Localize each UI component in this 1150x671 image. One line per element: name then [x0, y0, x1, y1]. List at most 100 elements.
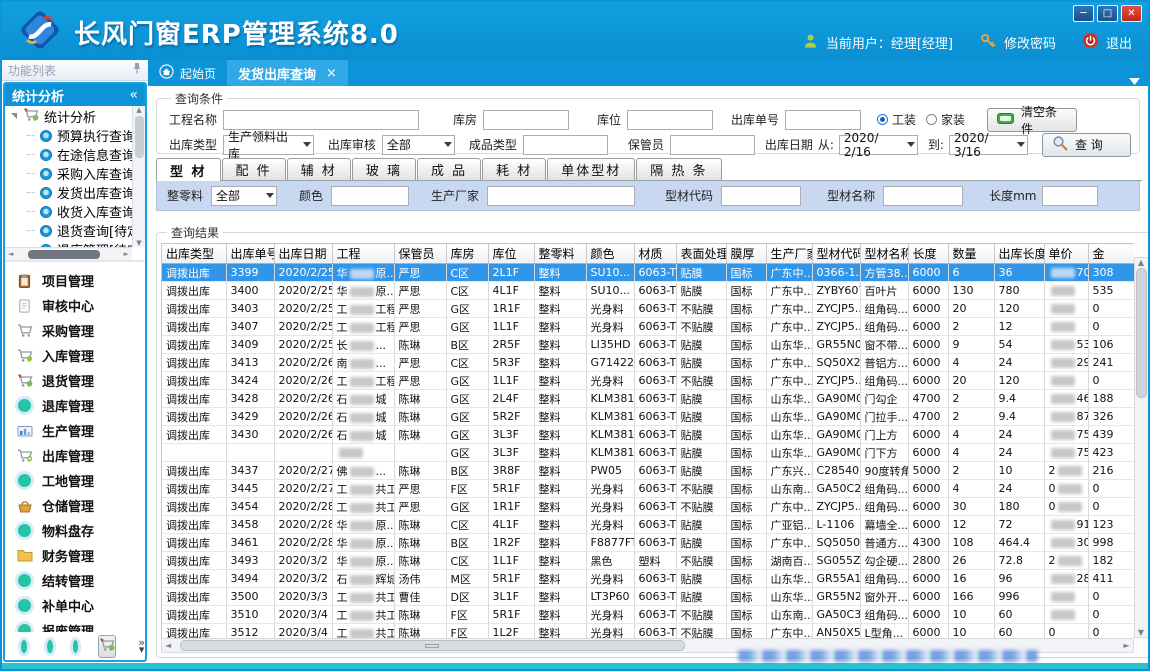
table-cell[interactable]: 3430 [226, 426, 274, 444]
tree-expander-icon[interactable] [11, 113, 17, 119]
table-cell[interactable]: 464.4 [994, 534, 1044, 552]
table-cell[interactable]: 严思 [394, 498, 446, 516]
table-cell[interactable]: 门拉手... [860, 408, 908, 426]
table-cell[interactable]: 贴膜 [676, 588, 726, 606]
column-header[interactable]: 长度 [908, 244, 948, 264]
table-cell[interactable]: 调拨出库 [162, 570, 226, 588]
table-cell[interactable]: 2020/2/27 [274, 462, 332, 480]
profile-code-input[interactable] [721, 186, 801, 206]
table-cell[interactable]: 6000 [908, 282, 948, 300]
table-cell[interactable]: 塑料 [634, 552, 676, 570]
table-cell[interactable]: 24 [994, 444, 1044, 462]
table-cell[interactable]: F区 [446, 480, 488, 498]
table-cell[interactable]: 组角码... [860, 300, 908, 318]
column-header[interactable]: 保管员 [394, 244, 446, 264]
warehouse-input[interactable] [483, 110, 569, 130]
table-cell[interactable] [1044, 588, 1088, 606]
table-cell[interactable]: 广东兴... [766, 462, 812, 480]
table-cell[interactable]: 0 [1088, 480, 1134, 498]
table-cell[interactable]: 6000 [908, 372, 948, 390]
table-row[interactable]: 调拨出库34542020/2/28工共工程严思G区1R1F整料光身料6063-T… [162, 498, 1134, 516]
table-cell[interactable]: 广东中... [766, 318, 812, 336]
table-cell[interactable]: 188 [1088, 390, 1134, 408]
table-cell[interactable]: 调拨出库 [162, 318, 226, 336]
table-cell[interactable]: ZYCJP5... [812, 300, 860, 318]
sidebar-module-cart[interactable]: 采购管理 [5, 318, 145, 343]
table-cell[interactable]: 2020/2/28 [274, 498, 332, 516]
table-cell[interactable]: 4 [948, 426, 994, 444]
table-cell[interactable]: 2020/3/3 [274, 588, 332, 606]
table-cell[interactable]: G区 [446, 372, 488, 390]
table-cell[interactable]: C区 [446, 264, 488, 282]
table-cell[interactable]: 306 [1044, 534, 1088, 552]
table-row[interactable]: 调拨出库34002020/2/25华原...严思C区4L1F整料SU10...6… [162, 282, 1134, 300]
tree-root-node[interactable]: 统计分析 [5, 106, 132, 126]
table-cell[interactable]: 光身料 [586, 372, 634, 390]
table-cell[interactable]: 3L1F [488, 588, 534, 606]
table-cell[interactable]: 20 [948, 300, 994, 318]
table-cell[interactable]: 国标 [726, 354, 766, 372]
table-cell[interactable]: 调拨出库 [162, 588, 226, 606]
table-cell[interactable]: 3428 [226, 390, 274, 408]
table-cell[interactable]: 3R8F [488, 462, 534, 480]
table-cell[interactable]: LT3P60 [586, 588, 634, 606]
table-cell[interactable]: 佛... [332, 462, 394, 480]
table-cell[interactable]: 黑色 [586, 552, 634, 570]
table-cell[interactable]: 贴膜 [676, 282, 726, 300]
table-cell[interactable]: 72.8 [994, 552, 1044, 570]
logout-link[interactable]: 退出 [1106, 33, 1132, 52]
table-cell[interactable]: 6063-T5 [634, 264, 676, 282]
table-cell[interactable]: 120 [994, 300, 1044, 318]
table-cell[interactable]: 12 [994, 318, 1044, 336]
tree-vertical-scrollbar[interactable]: ▲▼ [132, 106, 145, 247]
table-cell[interactable]: 2020/2/28 [274, 516, 332, 534]
table-cell[interactable]: 2812 [1044, 570, 1088, 588]
table-cell[interactable]: 166 [948, 588, 994, 606]
table-cell[interactable]: C区 [446, 552, 488, 570]
sidebar-group-header[interactable]: 统计分析 « [5, 84, 145, 106]
table-cell[interactable]: 不贴膜 [676, 318, 726, 336]
table-cell[interactable]: 2R5F [488, 336, 534, 354]
table-row[interactable]: 调拨出库34932020/3/2华原...陈琳C区1L1F整料黑色塑料不贴膜国标… [162, 552, 1134, 570]
pin-icon[interactable] [132, 62, 142, 78]
table-cell[interactable]: 6000 [908, 354, 948, 372]
table-cell[interactable]: 工工程 [332, 300, 394, 318]
table-cell[interactable]: 2020/3/4 [274, 606, 332, 624]
table-cell[interactable]: 6063-T5 [634, 408, 676, 426]
table-cell[interactable]: 2020/2/26 [274, 390, 332, 408]
keeper-input[interactable] [670, 135, 755, 155]
table-cell[interactable]: 90度转角 [860, 462, 908, 480]
table-cell[interactable]: 6063-T5 [634, 480, 676, 498]
table-cell[interactable]: G区 [446, 444, 488, 462]
table-cell[interactable]: 468 [1044, 390, 1088, 408]
table-cell[interactable]: 工工程 [332, 372, 394, 390]
table-cell[interactable]: 组角码... [860, 480, 908, 498]
table-cell[interactable]: 山东华... [766, 426, 812, 444]
table-cell[interactable]: 贴膜 [676, 426, 726, 444]
table-cell[interactable]: C区 [446, 282, 488, 300]
table-cell[interactable]: 5000 [908, 462, 948, 480]
table-cell[interactable]: 国标 [726, 282, 766, 300]
table-cell[interactable]: ZYCJP5... [812, 372, 860, 390]
table-cell[interactable]: 山东华... [766, 336, 812, 354]
table-cell[interactable]: 广东中... [766, 264, 812, 282]
table-cell[interactable]: 华原... [332, 534, 394, 552]
table-cell[interactable]: 3400 [226, 282, 274, 300]
table-cell[interactable]: 2L1F [488, 264, 534, 282]
table-row[interactable]: 调拨出库33992020/2/25华原...严思C区2L1F整料SU10...6… [162, 264, 1134, 282]
table-row[interactable]: 调拨出库34452020/2/27工共工程严思F区5R1F整料光身料6063-T… [162, 480, 1134, 498]
module-dot-icon[interactable] [73, 640, 79, 653]
table-cell[interactable]: G区 [446, 426, 488, 444]
material-tab[interactable]: 型 材 [156, 158, 221, 181]
column-header[interactable]: 型材代码 [812, 244, 860, 264]
table-cell[interactable]: 3454 [226, 498, 274, 516]
column-header[interactable]: 颜色 [586, 244, 634, 264]
table-row[interactable]: 调拨出库34092020/2/25长...陈琳B区2R5F整料LI35HD606… [162, 336, 1134, 354]
manufacturer-input[interactable] [487, 186, 635, 206]
date-to-picker[interactable]: 2020/ 3/16 [949, 135, 1028, 155]
table-cell[interactable]: 6063-T5 [634, 318, 676, 336]
table-cell[interactable]: F8877FT [586, 534, 634, 552]
table-cell[interactable]: KLM3817 [586, 390, 634, 408]
table-cell[interactable]: 0 [1088, 606, 1134, 624]
sidebar-module-cart-in[interactable]: 入库管理 [5, 343, 145, 368]
